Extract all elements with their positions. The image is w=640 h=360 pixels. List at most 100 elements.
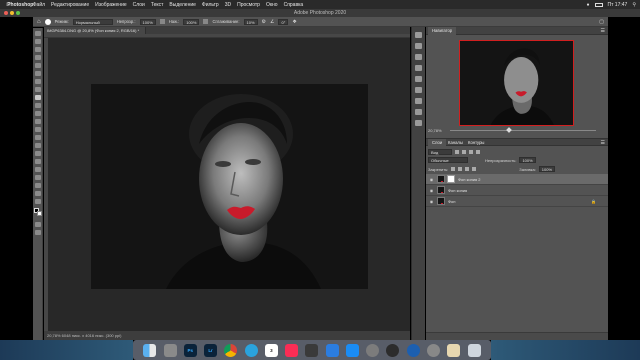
quicktime-icon[interactable] — [386, 343, 400, 357]
lock-all-icon[interactable] — [472, 167, 477, 171]
menu-type[interactable]: Текст — [151, 2, 164, 8]
pressure-opacity-icon[interactable] — [159, 19, 165, 24]
search-icon[interactable]: ⚲ — [632, 2, 636, 8]
info-panel-icon[interactable] — [415, 65, 422, 71]
healing-tool-icon[interactable] — [34, 87, 41, 92]
filter-pixel-icon[interactable] — [455, 150, 459, 154]
lock-artboard-icon[interactable] — [465, 167, 470, 171]
hand-tool-icon[interactable] — [34, 183, 41, 188]
airbrush-icon[interactable] — [203, 19, 209, 24]
paragraph-panel-icon[interactable] — [415, 98, 422, 104]
filter-adjustment-icon[interactable] — [462, 150, 466, 154]
layer-name[interactable]: Фон копия — [448, 188, 467, 193]
pressure-field[interactable]: 100% — [183, 18, 200, 25]
trash-icon[interactable] — [467, 343, 481, 357]
mode-select[interactable]: Нормальный — [72, 18, 113, 25]
tab-navigator[interactable]: Навигатор — [428, 27, 457, 35]
menu-file[interactable]: Файл — [33, 2, 45, 8]
crop-tool-icon[interactable] — [34, 63, 41, 68]
smoothing-field[interactable]: 10% — [243, 18, 258, 25]
layer-thumbnail[interactable] — [437, 197, 445, 205]
color-panel-icon[interactable] — [415, 109, 422, 115]
menu-help[interactable]: Справка — [284, 2, 304, 8]
chrome-icon[interactable] — [224, 343, 238, 357]
quick-select-tool-icon[interactable] — [34, 55, 41, 60]
history-brush-tool-icon[interactable] — [34, 111, 41, 116]
filter-type-icon[interactable] — [469, 150, 473, 154]
layers-opacity-field[interactable]: 100% — [519, 157, 536, 163]
music-icon[interactable] — [285, 343, 299, 357]
character-panel-icon[interactable] — [415, 87, 422, 93]
layer-name[interactable]: Фон копия 2 — [458, 177, 481, 182]
appstore-icon[interactable] — [345, 343, 359, 357]
menu-image[interactable]: Изображение — [95, 2, 127, 8]
tab-paths[interactable]: Контуры — [464, 139, 488, 147]
zoom-tool-icon[interactable] — [34, 191, 41, 196]
launchpad-icon[interactable] — [163, 343, 177, 357]
opacity-field[interactable]: 100% — [139, 18, 156, 25]
lightroom-icon[interactable]: Lr — [204, 343, 218, 357]
home-icon[interactable]: ⌂ — [37, 19, 41, 25]
quick-mask-icon[interactable] — [34, 222, 41, 227]
panel-menu-icon[interactable]: ☰ — [601, 28, 605, 34]
properties-panel-icon[interactable] — [415, 43, 422, 49]
menu-layers[interactable]: Слои — [133, 2, 145, 8]
layer-row[interactable]: ◉ Фон 🔒 — [426, 196, 608, 207]
layer-mask-thumbnail[interactable] — [447, 175, 455, 183]
lasso-tool-icon[interactable] — [34, 47, 41, 52]
color-swatches[interactable] — [33, 208, 43, 219]
menu-filter[interactable]: Фильтр — [202, 2, 219, 8]
symmetry-icon[interactable]: ❖ — [292, 19, 296, 25]
history-panel-icon[interactable] — [415, 32, 422, 38]
menu-select[interactable]: Выделение — [169, 2, 196, 8]
type-tool-icon[interactable] — [34, 159, 41, 164]
visibility-eye-icon[interactable]: ◉ — [428, 188, 435, 193]
minimize-window-icon[interactable] — [10, 11, 14, 15]
keynote-icon[interactable] — [325, 343, 339, 357]
blend-mode-select[interactable]: Обычные — [428, 157, 468, 163]
layer-row[interactable]: ◉ Фон копия — [426, 185, 608, 196]
smoothing-settings-icon[interactable]: ⚙ — [262, 19, 266, 25]
lock-pixels-icon[interactable] — [451, 167, 456, 171]
system-prefs-icon[interactable] — [426, 343, 440, 357]
frame-tool-icon[interactable] — [34, 71, 41, 76]
more-tools-icon[interactable] — [34, 199, 41, 204]
fill-field[interactable]: 100% — [538, 166, 556, 172]
menu-window[interactable]: Окно — [266, 2, 278, 8]
menu-edit[interactable]: Редактирование — [51, 2, 89, 8]
pen-tool-icon[interactable] — [34, 151, 41, 156]
blur-tool-icon[interactable] — [34, 135, 41, 140]
workspace-icon[interactable]: ▢ — [599, 19, 604, 25]
finalcut-icon[interactable] — [305, 343, 319, 357]
navigator-preview[interactable] — [459, 40, 574, 126]
lock-position-icon[interactable] — [458, 167, 463, 171]
telegram-icon[interactable] — [244, 343, 258, 357]
finder-icon[interactable] — [143, 343, 157, 357]
clone-stamp-tool-icon[interactable] — [34, 103, 41, 108]
eyedropper-tool-icon[interactable] — [34, 79, 41, 84]
photoshop-icon[interactable]: Ps — [183, 343, 197, 357]
visibility-eye-icon[interactable]: ◉ — [428, 199, 435, 204]
background-color[interactable] — [37, 211, 42, 216]
screen-mode-icon[interactable] — [34, 230, 41, 235]
preview-icon[interactable] — [447, 343, 461, 357]
filter-shape-icon[interactable] — [476, 150, 480, 154]
adjustments-panel-icon[interactable] — [415, 54, 422, 60]
layer-thumbnail[interactable] — [437, 186, 445, 194]
eraser-tool-icon[interactable] — [34, 119, 41, 124]
angle-field[interactable]: 0° — [278, 18, 289, 25]
menu-3d[interactable]: 3D — [225, 2, 231, 8]
shape-tool-icon[interactable] — [34, 175, 41, 180]
settings-icon[interactable] — [366, 343, 380, 357]
close-window-icon[interactable] — [4, 11, 8, 15]
marquee-tool-icon[interactable] — [34, 39, 41, 44]
layer-thumbnail[interactable] — [437, 175, 445, 183]
visibility-eye-icon[interactable]: ◉ — [428, 177, 435, 182]
navigator-zoom-value[interactable]: 20,78% — [428, 128, 442, 133]
gradient-tool-icon[interactable] — [34, 127, 41, 132]
brush-tool-icon[interactable] — [34, 95, 41, 100]
calendar-icon[interactable]: 3 — [264, 343, 278, 357]
zoom-slider[interactable] — [450, 130, 596, 131]
layers-filter-select[interactable]: Вид — [428, 149, 452, 155]
panel-menu-icon[interactable]: ☰ — [601, 140, 605, 146]
